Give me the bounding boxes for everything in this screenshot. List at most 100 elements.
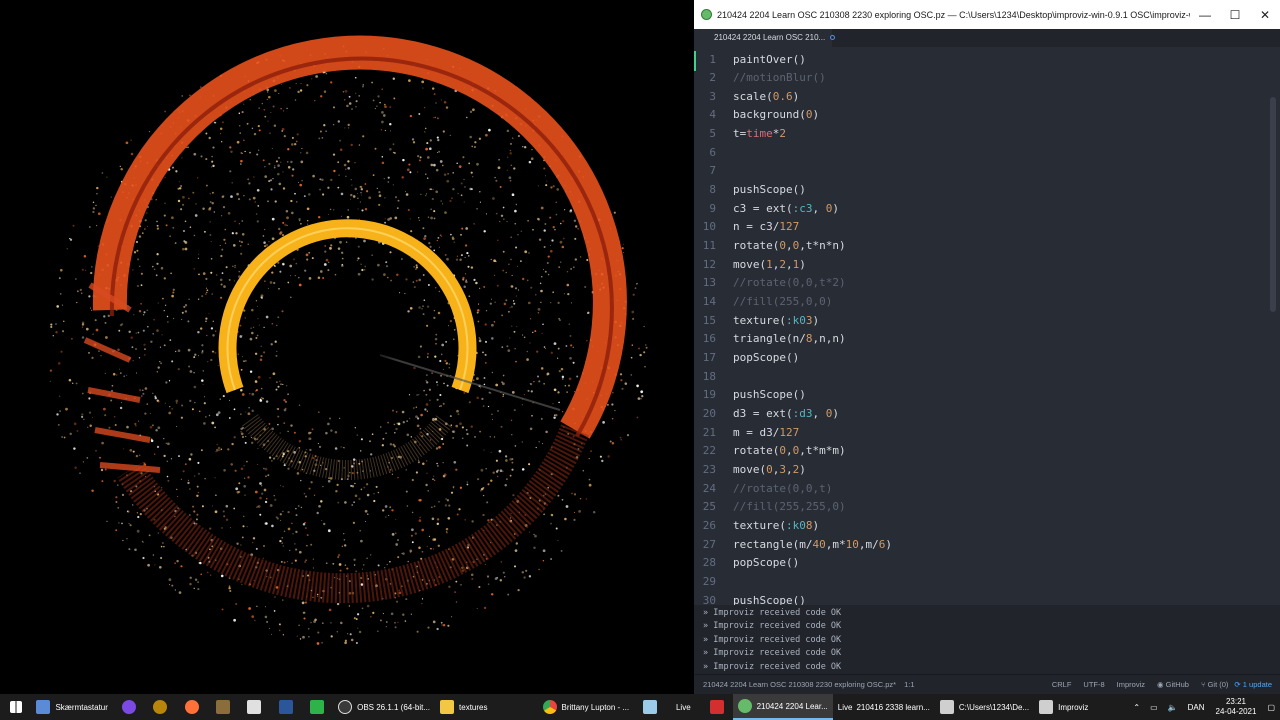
tray-clock[interactable]: 23:21 24-04-2021: [1210, 697, 1263, 717]
window-icon: [939, 700, 954, 714]
clock-date: 24-04-2021: [1215, 707, 1257, 716]
code-line[interactable]: 19 pushScope(): [694, 386, 1280, 404]
status-git[interactable]: ⑂ Git (0): [1195, 680, 1234, 689]
maximize-icon[interactable]: ☐: [1220, 8, 1250, 22]
status-cursor-position[interactable]: 1:1: [896, 680, 914, 689]
status-update[interactable]: ⟳ 1 update: [1234, 680, 1280, 689]
tray-volume-icon[interactable]: 🔈: [1163, 703, 1183, 712]
live-prefix: Live: [837, 702, 853, 712]
taskbar-label: Live: [675, 702, 691, 712]
code-line[interactable]: 12 move(1,2,1): [694, 255, 1280, 273]
code-line[interactable]: 10 n = c3/127: [694, 218, 1280, 236]
code-line[interactable]: 11 rotate(0,0,t*n*n): [694, 237, 1280, 255]
taskbar-pin-red-app[interactable]: [701, 694, 732, 720]
code-line[interactable]: 6: [694, 143, 1280, 161]
code-text: c3 = ext(:c3, 0): [733, 201, 839, 215]
taskbar-item-textures[interactable]: textures: [435, 694, 537, 720]
status-encoding[interactable]: UTF-8: [1077, 680, 1110, 689]
start-button[interactable]: [0, 694, 31, 720]
line-number: 24: [702, 481, 716, 495]
console-line: » Improviz received code OK: [703, 634, 842, 645]
code-line[interactable]: 16 triangle(n/8,n,n): [694, 330, 1280, 348]
taskbar-item-live-set[interactable]: Live 210416 2338 learn...: [833, 694, 935, 720]
status-grammar[interactable]: Improviz: [1111, 680, 1151, 689]
code-text: paintOver(): [733, 52, 806, 66]
taskbar-item-skaermtastatur[interactable]: Skærmtastatur: [31, 694, 112, 720]
taskbar-pin-cortana[interactable]: [113, 694, 144, 720]
line-number: 11: [702, 239, 716, 253]
code-line[interactable]: 20 d3 = ext(:d3, 0): [694, 405, 1280, 423]
taskbar-label: 210424 2204 Lear...: [756, 701, 828, 711]
taskbar-pin-app[interactable]: [207, 694, 238, 720]
window-icon: [1039, 700, 1054, 714]
tray-language[interactable]: DAN: [1183, 703, 1210, 712]
taskbar-pin-green-app[interactable]: [302, 694, 333, 720]
code-line[interactable]: 28 popScope(): [694, 554, 1280, 572]
status-github[interactable]: ◉ GitHub: [1151, 680, 1195, 689]
window-titlebar[interactable]: 210424 2204 Learn OSC 210308 2230 explor…: [694, 0, 1280, 29]
code-line[interactable]: 4 background(0): [694, 106, 1280, 124]
notification-icon[interactable]: ▢: [1262, 703, 1280, 712]
update-label: 1 update: [1242, 680, 1272, 689]
taskbar-pin-firefox[interactable]: [176, 694, 207, 720]
code-line[interactable]: 30 pushScope(): [694, 591, 1280, 605]
code-line[interactable]: 14 //fill(255,0,0): [694, 293, 1280, 311]
console-line: » Improviz received code OK: [703, 661, 842, 672]
code-line[interactable]: 21 m = d3/127: [694, 423, 1280, 441]
github-icon: ◉: [1157, 680, 1166, 689]
code-line[interactable]: 18: [694, 367, 1280, 385]
code-line[interactable]: 23 move(0,3,2): [694, 461, 1280, 479]
tray-chevron-up-icon[interactable]: ⌃: [1128, 703, 1145, 712]
line-number: 4: [709, 108, 716, 122]
taskbar-item-explorer[interactable]: C:\Users\1234\De...: [935, 694, 1034, 720]
taskbar-pin-word[interactable]: [270, 694, 301, 720]
line-number: 7: [709, 164, 716, 178]
code-text: //rotate(0,0,t*2): [733, 276, 846, 290]
taskbar-pin-wow[interactable]: [144, 694, 175, 720]
circle-app-icon: [121, 700, 136, 714]
code-text: //motionBlur(): [733, 71, 826, 85]
code-line[interactable]: 27 rectangle(m/40,m*10,m/6): [694, 535, 1280, 553]
code-line[interactable]: 5 t=time*2: [694, 125, 1280, 143]
code-line[interactable]: 2 //motionBlur(): [694, 69, 1280, 87]
modified-dot-icon: [830, 35, 836, 41]
code-line[interactable]: 29: [694, 572, 1280, 590]
git-label: Git (0): [1207, 680, 1229, 689]
code-line[interactable]: 22 rotate(0,0,t*m*m): [694, 442, 1280, 460]
tab-active-file[interactable]: 210424 2204 Learn OSC 210...: [694, 29, 836, 47]
taskbar-pin-app2[interactable]: [634, 694, 665, 720]
taskbar-item-atom[interactable]: 210424 2204 Lear...: [732, 694, 833, 720]
code-line[interactable]: 15 texture(:k03): [694, 311, 1280, 329]
code-line[interactable]: 26 texture(:k08): [694, 517, 1280, 535]
taskbar-item-chrome[interactable]: Brittany Lupton - ...: [538, 694, 635, 720]
close-icon[interactable]: ✕: [1250, 8, 1280, 22]
code-line[interactable]: 7: [694, 162, 1280, 180]
code-text: d3 = ext(:d3, 0): [733, 407, 839, 421]
taskbar-pin-snip[interactable]: [239, 694, 270, 720]
taskbar-label: Brittany Lupton - ...: [561, 702, 630, 712]
code-line[interactable]: 25 //fill(255,255,0): [694, 498, 1280, 516]
app-icon: [216, 700, 230, 714]
status-line-ending[interactable]: CRLF: [1046, 680, 1078, 689]
code-line[interactable]: 13 //rotate(0,0,t*2): [694, 274, 1280, 292]
code-editor[interactable]: 1 paintOver() 2 //motionBlur() 3 scale(0.6) 4 b…: [694, 47, 1280, 605]
minimize-icon[interactable]: —: [1190, 8, 1220, 22]
w-app-icon: [153, 700, 168, 714]
console-line: » Improviz received code OK: [703, 648, 842, 659]
line-number: 1: [709, 52, 716, 66]
code-line[interactable]: 3 scale(0.6): [694, 87, 1280, 105]
red-app-icon: [709, 700, 724, 714]
code-line[interactable]: 8 pushScope(): [694, 181, 1280, 199]
code-line[interactable]: 17 popScope(): [694, 349, 1280, 367]
editor-scrollbar[interactable]: [1270, 97, 1276, 312]
tray-network-icon[interactable]: ▭: [1145, 703, 1163, 712]
taskbar-item-obs[interactable]: OBS 26.1.1 (64-bit...: [333, 694, 435, 720]
taskbar-item-live[interactable]: Live: [666, 694, 702, 720]
status-file-path[interactable]: 210424 2204 Learn OSC 210308 2230 explor…: [694, 680, 896, 689]
line-number: 5: [709, 127, 716, 141]
code-line[interactable]: 1 paintOver(): [694, 50, 1280, 68]
taskbar-label: 210416 2338 learn...: [856, 702, 930, 712]
taskbar-item-improviz[interactable]: Improviz: [1034, 694, 1128, 720]
code-line[interactable]: 9 c3 = ext(:c3, 0): [694, 199, 1280, 217]
code-line[interactable]: 24 //rotate(0,0,t): [694, 479, 1280, 497]
